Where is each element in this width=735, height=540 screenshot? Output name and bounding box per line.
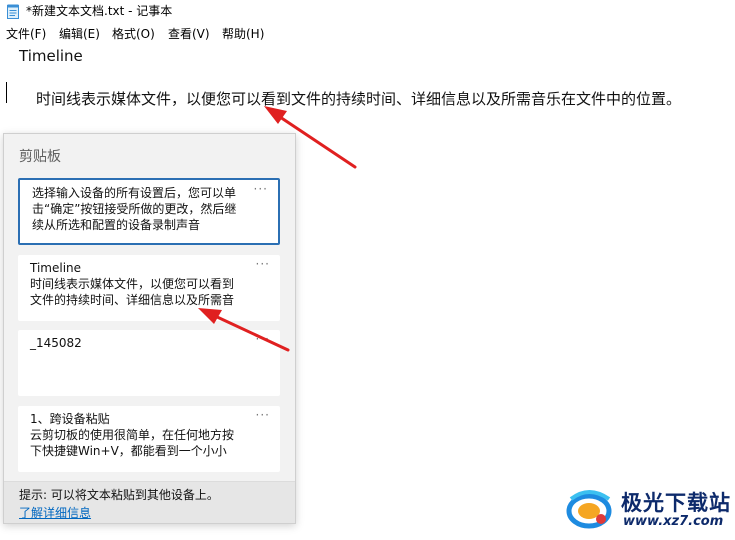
clipboard-panel: 剪贴板 选择输入设备的所有设置后，您可以单 击“确定”按钮接受所做的更改，然后继… (3, 133, 296, 524)
clipboard-item[interactable]: 选择输入设备的所有设置后，您可以单 击“确定”按钮接受所做的更改，然后继 续从所… (18, 178, 280, 245)
window-title: *新建文本文档.txt - 记事本 (26, 4, 173, 18)
watermark-url: www.xz7.com (623, 514, 724, 529)
menu-file[interactable]: 文件(F) (6, 27, 46, 42)
watermark-name: 极光下载站 (621, 491, 731, 515)
menu-bar: 文件(F) 编辑(E) 格式(O) 查看(V) 帮助(H) (0, 25, 735, 44)
clipboard-item-text: _145082 (30, 336, 82, 350)
menu-view[interactable]: 查看(V) (168, 27, 210, 42)
text-caret (6, 82, 7, 103)
clipboard-item[interactable]: Timeline 时间线表示媒体文件，以便您可以看到 文件的持续时间、详细信息以… (18, 255, 280, 321)
more-options-icon[interactable]: ··· (254, 183, 268, 195)
clipboard-item-text: 1、跨设备粘贴 云剪切板的使用很简单，在任何地方按 下快捷键Win+V，都能看到… (30, 412, 235, 458)
more-options-icon[interactable]: ··· (256, 409, 270, 421)
clipboard-item-text: Timeline 时间线表示媒体文件，以便您可以看到 文件的持续时间、详细信息以… (30, 261, 235, 307)
aurora-logo-icon (566, 490, 612, 529)
more-options-icon[interactable]: ··· (256, 258, 270, 270)
document-line-1: Timeline (19, 47, 83, 65)
title-bar: *新建文本文档.txt - 记事本 (0, 0, 735, 24)
clipboard-item-text: 选择输入设备的所有设置后，您可以单 击“确定”按钮接受所做的更改，然后继 续从所… (32, 186, 237, 232)
menu-help[interactable]: 帮助(H) (222, 27, 264, 42)
learn-more-link[interactable]: 了解详细信息 (19, 504, 91, 521)
footer-hint: 提示: 可以将文本粘贴到其他设备上。 (19, 488, 219, 502)
clipboard-item[interactable]: _145082 ··· (18, 330, 280, 396)
menu-edit[interactable]: 编辑(E) (59, 27, 100, 42)
watermark: 极光下载站 www.xz7.com (565, 483, 735, 535)
clipboard-footer: 提示: 可以将文本粘贴到其他设备上。 了解详细信息 (4, 481, 295, 523)
document-line-2: 时间线表示媒体文件，以便您可以看到文件的持续时间、详细信息以及所需音乐在文件中的… (36, 90, 682, 108)
notepad-icon (7, 4, 19, 19)
more-options-icon[interactable]: ··· (256, 333, 270, 345)
clipboard-item[interactable]: 1、跨设备粘贴 云剪切板的使用很简单，在任何地方按 下快捷键Win+V，都能看到… (18, 406, 280, 472)
clipboard-title: 剪贴板 (19, 149, 61, 165)
menu-format[interactable]: 格式(O) (112, 27, 155, 42)
